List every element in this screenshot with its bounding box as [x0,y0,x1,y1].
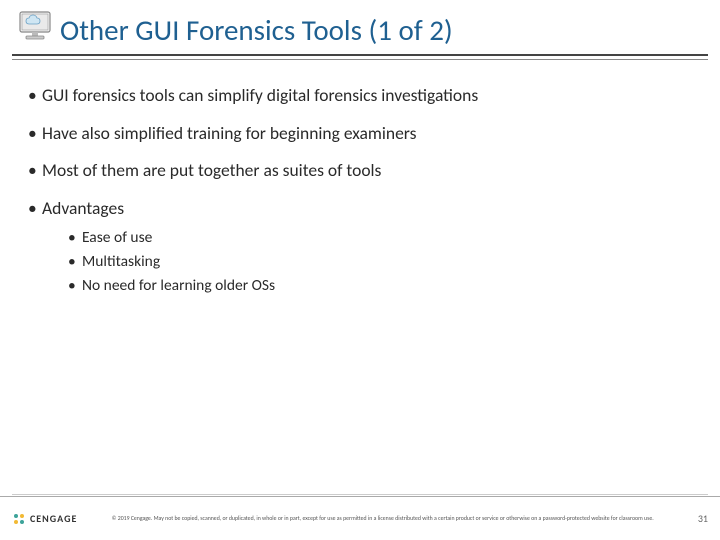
copyright-text: © 2019 Cengage. May not be copied, scann… [77,515,688,522]
bullet-item: Most of them are put together as suites … [28,159,692,183]
page-number: 31 [688,512,708,525]
slide-content: GUI forensics tools can simplify digital… [0,56,720,298]
bullet-text: GUI forensics tools can simplify digital… [42,84,478,106]
bullet-text: Advantages [42,197,124,219]
brand-logo: CENGAGE [12,512,77,526]
sub-item: Multitasking [68,251,692,273]
slide-footer: CENGAGE © 2019 Cengage. May not be copie… [0,496,720,540]
slide-header: Other GUI Forensics Tools (1 of 2) [12,0,708,56]
sub-item: Ease of use [68,227,692,249]
sub-text: Multitasking [82,252,160,271]
bullet-item: Advantages Ease of use Multitasking No n… [28,197,692,298]
sub-text: Ease of use [82,228,152,247]
sub-list: Ease of use Multitasking No need for lea… [68,227,692,298]
bullet-item: Have also simplified training for beginn… [28,122,692,146]
monitor-cloud-icon [18,10,54,42]
brand-name: CENGAGE [30,512,77,525]
bullet-item: GUI forensics tools can simplify digital… [28,84,692,108]
sub-text: No need for learning older OSs [82,276,275,295]
slide-title: Other GUI Forensics Tools (1 of 2) [12,12,708,54]
sub-item: No need for learning older OSs [68,275,692,297]
bullet-text: Most of them are put together as suites … [42,159,381,181]
cengage-mark-icon [12,512,26,526]
bullet-text: Have also simplified training for beginn… [42,122,416,144]
